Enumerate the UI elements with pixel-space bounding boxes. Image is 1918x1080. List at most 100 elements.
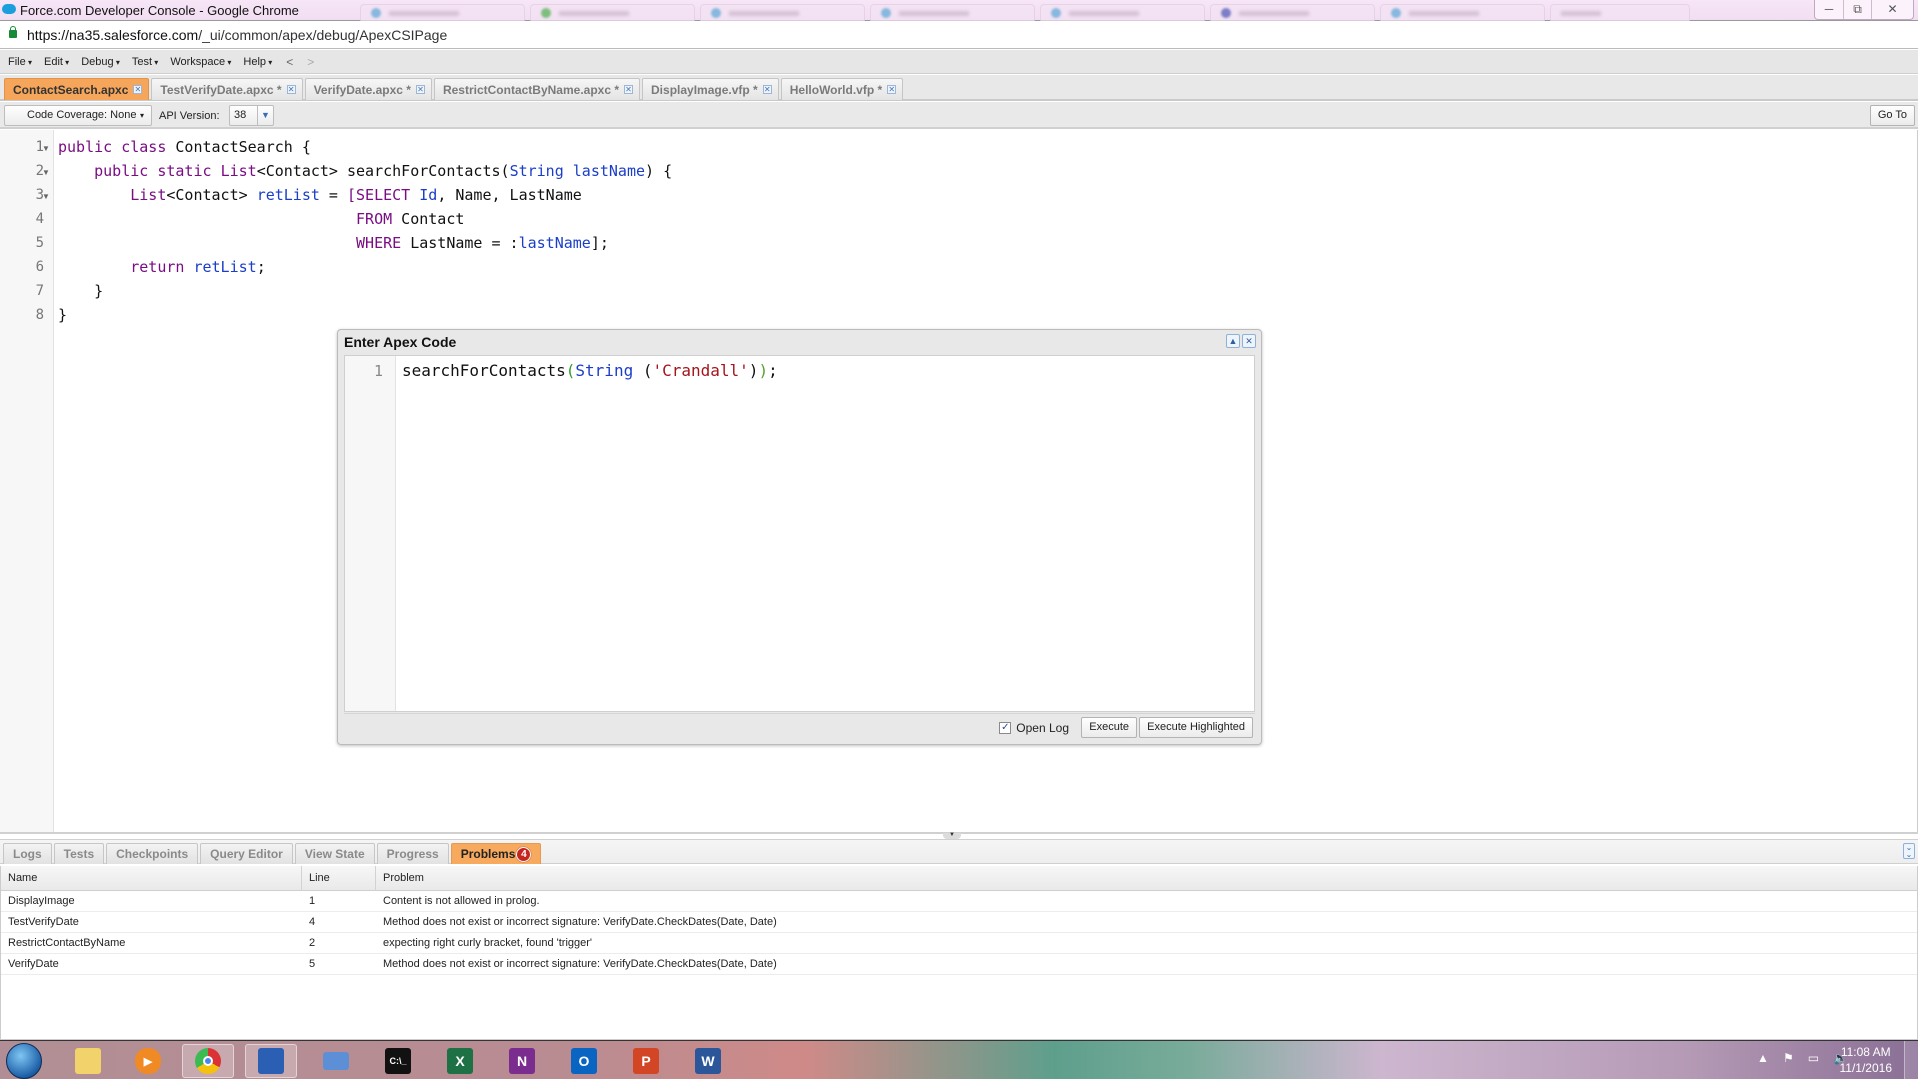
window-title: Force.com Developer Console - Google Chr… — [20, 3, 299, 18]
line-number: 1 — [35, 139, 44, 155]
menu-test[interactable]: Test — [132, 56, 158, 68]
action-center-flag-icon[interactable]: ⚑ — [1783, 1051, 1794, 1065]
show-hidden-icons-icon[interactable]: ▲ — [1757, 1051, 1769, 1065]
panel-splitter[interactable]: ▼ — [0, 832, 1918, 839]
url-text[interactable]: https://na35.salesforce.com/_ui/common/a… — [27, 27, 447, 43]
browser-tab[interactable] — [870, 4, 1035, 21]
code-line[interactable]: WHERE LastName = :lastName]; — [58, 231, 609, 255]
back-arrow-icon[interactable]: < — [286, 55, 293, 69]
powerpoint-icon[interactable]: P — [620, 1044, 672, 1078]
table-row[interactable]: DisplayImage 1 Content is not allowed in… — [1, 891, 1917, 912]
goto-button[interactable]: Go To — [1869, 105, 1915, 126]
line-number: 5 — [35, 235, 44, 251]
browser-tab[interactable] — [700, 4, 865, 21]
fold-arrow-icon[interactable]: ▼ — [42, 144, 50, 153]
close-tab-icon[interactable]: ✕ — [415, 85, 425, 94]
close-icon[interactable]: ✕ — [1242, 334, 1256, 348]
browser-tab[interactable] — [1380, 4, 1545, 21]
problem-count-badge: 4 — [516, 847, 532, 863]
browser-tab[interactable] — [1040, 4, 1205, 21]
address-bar[interactable]: https://na35.salesforce.com/_ui/common/a… — [0, 22, 1918, 49]
minimize-button[interactable]: ─ — [1815, 0, 1843, 19]
forward-arrow-icon[interactable]: > — [307, 55, 314, 69]
close-tab-icon[interactable]: ✕ — [887, 85, 897, 94]
show-desktop-button[interactable] — [1904, 1041, 1918, 1080]
problems-table: Name Line Problem DisplayImage 1 Content… — [0, 866, 1918, 1040]
start-button[interactable] — [6, 1043, 42, 1079]
close-tab-icon[interactable]: ✕ — [762, 85, 772, 94]
chevron-down-icon[interactable]: ▼ — [257, 106, 273, 125]
lock-icon — [9, 26, 17, 38]
open-log-checkbox[interactable]: ✓ Open Log — [999, 721, 1069, 735]
code-line[interactable]: } — [58, 279, 103, 303]
file-tab-testverifydate[interactable]: TestVerifyDate.apxc * ✕ — [151, 78, 303, 100]
menu-help[interactable]: Help — [243, 56, 272, 68]
file-explorer-icon[interactable] — [62, 1044, 114, 1078]
code-line[interactable]: public class ContactSearch { — [58, 135, 311, 159]
api-version-select[interactable]: 38 ▼ — [229, 105, 274, 126]
fold-arrow-icon[interactable]: ▼ — [42, 168, 50, 177]
window-app-icon[interactable] — [310, 1044, 362, 1078]
tab-tests[interactable]: Tests — [53, 843, 105, 864]
browser-tab[interactable] — [360, 4, 525, 21]
excel-icon[interactable]: X — [434, 1044, 486, 1078]
fold-arrow-icon[interactable]: ▼ — [42, 192, 50, 201]
line-number: 8 — [35, 307, 44, 323]
maximize-icon[interactable]: ▲ — [1226, 334, 1240, 348]
tab-query-editor[interactable]: Query Editor — [200, 843, 293, 864]
collapse-panel-icon[interactable]: ⌄ ⌄ — [1903, 843, 1915, 859]
apex-code-input[interactable]: 1 searchForContacts(String ('Crandall'))… — [344, 355, 1255, 712]
column-header-name[interactable]: Name — [8, 872, 37, 884]
column-header-problem[interactable]: Problem — [383, 872, 424, 884]
apex-code-line[interactable]: searchForContacts(String ('Crandall')); — [402, 361, 778, 380]
browser-tab[interactable] — [1210, 4, 1375, 21]
dialog-footer: ✓ Open Log Execute Execute Highlighted — [344, 713, 1255, 740]
browser-title-bar: Force.com Developer Console - Google Chr… — [0, 0, 1918, 21]
file-tab-contactsearch[interactable]: ContactSearch.apxc ✕ — [4, 78, 150, 100]
tab-progress[interactable]: Progress — [376, 843, 449, 864]
menu-edit[interactable]: Edit — [44, 56, 69, 68]
file-tab-restrictcontactbyname[interactable]: RestrictContactByName.apxc * ✕ — [433, 78, 641, 100]
word-icon[interactable]: W — [682, 1044, 734, 1078]
onenote-icon[interactable]: N — [496, 1044, 548, 1078]
line-number: 2 — [35, 163, 44, 179]
execute-button[interactable]: Execute — [1081, 717, 1137, 738]
tab-problems[interactable]: Problems 4 — [450, 843, 542, 864]
code-line[interactable]: } — [58, 303, 67, 327]
file-tab-verifydate[interactable]: VerifyDate.apxc * ✕ — [304, 78, 432, 100]
menu-workspace[interactable]: Workspace — [170, 56, 231, 68]
table-row[interactable]: TestVerifyDate 4 Method does not exist o… — [1, 912, 1917, 933]
column-header-line[interactable]: Line — [309, 872, 330, 884]
close-window-button[interactable]: ✕ — [1871, 0, 1913, 19]
file-tab-bar: ContactSearch.apxc ✕ TestVerifyDate.apxc … — [0, 75, 1918, 101]
close-tab-icon[interactable]: ✕ — [624, 85, 634, 94]
restore-button[interactable]: ⧉ — [1843, 0, 1871, 19]
code-line[interactable]: return retList; — [58, 255, 265, 279]
tab-checkpoints[interactable]: Checkpoints — [106, 843, 199, 864]
file-tab-displayimage[interactable]: DisplayImage.vfp * ✕ — [642, 78, 779, 100]
outlook-icon[interactable]: O — [558, 1044, 610, 1078]
tab-logs[interactable]: Logs — [3, 843, 52, 864]
code-line[interactable]: FROM Contact — [58, 207, 464, 231]
chrome-icon[interactable] — [182, 1044, 234, 1078]
code-line[interactable]: public static List<Contact> searchForCon… — [58, 159, 672, 183]
browser-tab[interactable] — [530, 4, 695, 21]
table-row[interactable]: VerifyDate 5 Method does not exist or in… — [1, 954, 1917, 975]
remote-desktop-icon[interactable] — [245, 1044, 297, 1078]
code-coverage-dropdown[interactable]: Code Coverage: None — [4, 105, 152, 126]
clock[interactable]: 11:08 AM 11/1/2016 — [1840, 1044, 1893, 1076]
command-prompt-icon[interactable]: C:\_ — [372, 1044, 424, 1078]
file-tab-helloworld[interactable]: HelloWorld.vfp * ✕ — [780, 78, 904, 100]
close-tab-icon[interactable]: ✕ — [133, 85, 143, 94]
media-player-icon[interactable]: ▶ — [122, 1044, 174, 1078]
menu-file[interactable]: File — [8, 56, 32, 68]
table-row[interactable]: RestrictContactByName 2 expecting right … — [1, 933, 1917, 954]
close-tab-icon[interactable]: ✕ — [286, 85, 296, 94]
execute-highlighted-button[interactable]: Execute Highlighted — [1139, 717, 1253, 738]
code-line[interactable]: List<Contact> retList = [SELECT Id, Name… — [58, 183, 582, 207]
network-icon[interactable]: ▭ — [1808, 1051, 1819, 1065]
menu-debug[interactable]: Debug — [81, 56, 120, 68]
browser-tab-new[interactable] — [1550, 4, 1690, 21]
tab-view-state[interactable]: View State — [294, 843, 375, 864]
checkbox-icon[interactable]: ✓ — [999, 722, 1012, 734]
